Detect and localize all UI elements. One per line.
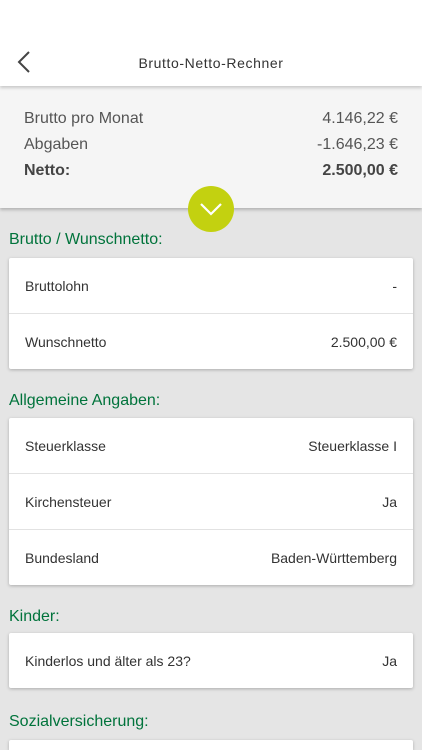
row-value: Steuerklasse I [308,437,397,454]
section-title-brutto-wunschnetto: Brutto / Wunschnetto: [9,231,163,248]
row-label: Bundesland [25,549,99,566]
row-label: Steuerklasse [25,437,106,454]
row-label: Wunschnetto [25,333,107,350]
row-value: - [392,277,397,294]
row-label: Kinderlos und älter als 23? [25,652,191,669]
row-value: Baden-Württemberg [270,549,397,566]
summary-row-brutto: Brutto pro Monat 4.146,22 € [24,108,398,130]
card-brutto-wunschnetto: Bruttolohn - Wunschnetto 2.500,00 € [9,258,413,369]
row-label: Bruttolohn [25,277,89,294]
summary-label: Abgaben [24,136,89,153]
page-title: Brutto-Netto-Rechner [138,55,284,71]
row-steuerklasse[interactable]: Steuerklasse Steuerklasse I [9,418,413,473]
row-value: 2.500,00 € [330,333,397,350]
summary-value: 4.146,22 € [322,110,398,127]
expand-details-button[interactable] [188,186,234,232]
card-allgemeine-angaben: Steuerklasse Steuerklasse I Kirchensteue… [9,418,413,585]
row-kinderlos[interactable]: Kinderlos und älter als 23? Ja [9,633,413,688]
summary-value: 2.500,00 € [322,162,398,179]
row-bruttolohn[interactable]: Bruttolohn - [9,258,413,313]
row-wunschnetto[interactable]: Wunschnetto 2.500,00 € [9,313,413,369]
chevron-down-icon [200,203,222,216]
card-kinder: Kinderlos und älter als 23? Ja [9,633,413,688]
section-title-kinder: Kinder: [9,608,60,625]
summary-row-abgaben: Abgaben -1.646,23 € [24,134,398,156]
row-value: Ja [382,493,397,510]
row-bundesland[interactable]: Bundesland Baden-Württemberg [9,529,413,585]
summary-label: Netto: [24,162,71,179]
section-title-allgemeine-angaben: Allgemeine Angaben: [9,392,161,409]
section-title-sozialversicherung: Sozialversicherung: [9,713,149,730]
summary-label: Brutto pro Monat [24,110,144,127]
row-label: Kirchensteuer [25,493,112,510]
row-kirchensteuer[interactable]: Kirchensteuer Ja [9,473,413,529]
summary-value: -1.646,23 € [317,136,398,153]
row-value: Ja [382,652,397,669]
summary-row-netto: Netto: 2.500,00 € [24,160,398,182]
card-sozialversicherung [9,740,413,750]
app-header: Brutto-Netto-Rechner [0,0,422,86]
